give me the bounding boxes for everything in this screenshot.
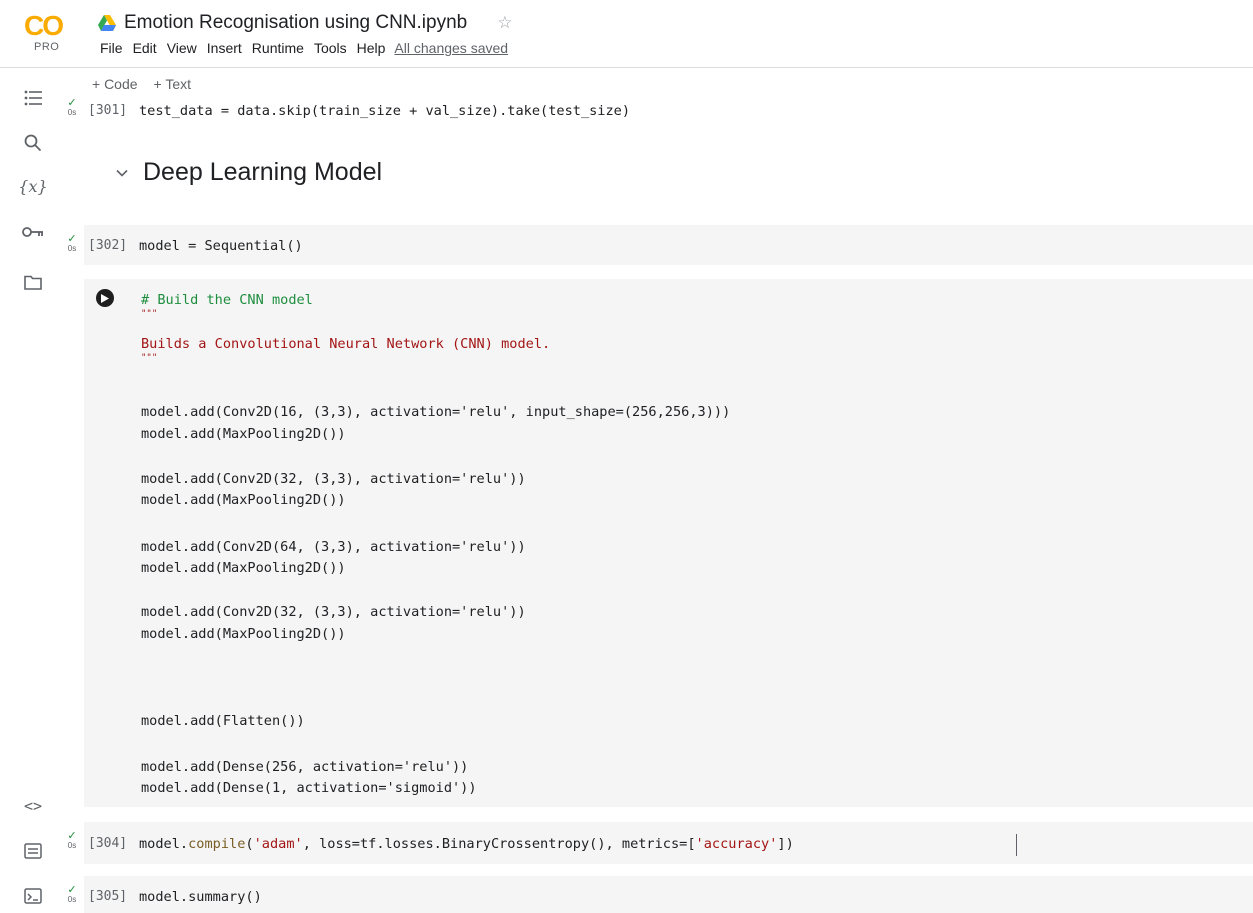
google-drive-icon bbox=[98, 15, 116, 31]
docstring-line: Builds a Convolutional Neural Network (C… bbox=[141, 336, 551, 352]
terminal-icon[interactable] bbox=[18, 881, 48, 911]
cell-305-time: 0s bbox=[67, 895, 77, 904]
run-cell-button[interactable] bbox=[96, 289, 114, 307]
check-icon: ✓ bbox=[67, 830, 77, 842]
top-header: CO PRO Emotion Recognisation using CNN.i… bbox=[0, 0, 1253, 68]
compile-part-b: compile bbox=[188, 836, 246, 852]
code-line-conv3: model.add(Conv2D(64, (3,3), activation='… bbox=[141, 539, 526, 555]
title-row: Emotion Recognisation using CNN.ipynb ☆ bbox=[98, 10, 512, 36]
play-icon bbox=[101, 293, 109, 303]
code-line-pool1: model.add(MaxPooling2D()) bbox=[141, 426, 346, 442]
menu-edit[interactable]: Edit bbox=[128, 40, 162, 56]
docstring-close: """ bbox=[141, 353, 158, 363]
cell-301-status: ✓ 0s bbox=[63, 97, 81, 118]
compile-part-c: ( bbox=[245, 836, 254, 852]
cell-302-exec-count: [302] bbox=[88, 238, 128, 253]
check-icon: ✓ bbox=[67, 884, 77, 896]
cell-305-code[interactable]: model.summary() bbox=[139, 889, 262, 905]
code-snippets-icon[interactable]: <> bbox=[18, 791, 48, 821]
menu-help[interactable]: Help bbox=[352, 40, 391, 56]
colab-logo[interactable]: CO PRO bbox=[22, 11, 74, 59]
code-line-pool4: model.add(MaxPooling2D()) bbox=[141, 626, 346, 642]
cell-305-status: ✓ 0s bbox=[63, 884, 81, 905]
code-line-flatten: model.add(Flatten()) bbox=[141, 713, 305, 729]
add-text-button[interactable]: + Text bbox=[154, 76, 192, 92]
left-sidebar-rail: {x} <> bbox=[0, 69, 70, 913]
code-snippets-icon-text: <> bbox=[23, 797, 43, 815]
code-line-conv4: model.add(Conv2D(32, (3,3), activation='… bbox=[141, 604, 526, 620]
cell-302-status: ✓ 0s bbox=[63, 233, 81, 254]
cell-301-time: 0s bbox=[67, 108, 77, 117]
add-code-button[interactable]: + Code bbox=[92, 76, 138, 92]
docstring-open: """ bbox=[141, 309, 158, 319]
menu-bar: File Edit View Insert Runtime Tools Help… bbox=[95, 40, 508, 56]
code-line-conv1: model.add(Conv2D(16, (3,3), activation='… bbox=[141, 404, 731, 420]
section-heading: Deep Learning Model bbox=[143, 158, 383, 186]
compile-part-g: ]) bbox=[777, 836, 794, 852]
files-folder-icon[interactable] bbox=[18, 267, 48, 297]
chevron-down-icon[interactable] bbox=[115, 166, 129, 180]
cell-304-code[interactable]: model.compile('adam', loss=tf.losses.Bin… bbox=[139, 836, 794, 852]
cell-304-time: 0s bbox=[67, 841, 77, 850]
save-status-link[interactable]: All changes saved bbox=[394, 40, 508, 56]
variables-icon-text: {x} bbox=[18, 176, 48, 196]
cell-302-time: 0s bbox=[67, 244, 77, 253]
secrets-key-icon[interactable] bbox=[18, 217, 48, 247]
cell-toolbar: + Code + Text bbox=[92, 76, 207, 92]
check-icon: ✓ bbox=[67, 233, 77, 245]
menu-runtime[interactable]: Runtime bbox=[247, 40, 309, 56]
compile-part-f: 'accuracy' bbox=[695, 836, 778, 852]
cell-302-code[interactable]: model = Sequential() bbox=[139, 238, 303, 254]
compile-part-e: , loss=tf.losses.BinaryCrossentropy(), m… bbox=[302, 836, 696, 852]
section-heading-row: Deep Learning Model bbox=[115, 158, 382, 187]
menu-file[interactable]: File bbox=[95, 40, 128, 56]
variables-icon[interactable]: {x} bbox=[18, 171, 48, 201]
text-cursor bbox=[1016, 834, 1017, 856]
cell-304-status: ✓ 0s bbox=[63, 830, 81, 851]
code-line-conv2: model.add(Conv2D(32, (3,3), activation='… bbox=[141, 471, 526, 487]
compile-part-d: 'adam' bbox=[253, 836, 303, 852]
code-line-dense2: model.add(Dense(1, activation='sigmoid')… bbox=[141, 780, 477, 796]
cell-301-exec-count: [301] bbox=[88, 103, 128, 118]
compile-part-a: model. bbox=[139, 836, 189, 852]
cell-305-exec-count: [305] bbox=[88, 889, 128, 904]
table-of-contents-icon[interactable] bbox=[18, 83, 48, 113]
code-line-pool3: model.add(MaxPooling2D()) bbox=[141, 560, 346, 576]
code-comment-line: # Build the CNN model bbox=[141, 292, 313, 308]
star-icon[interactable]: ☆ bbox=[497, 13, 512, 33]
command-palette-icon[interactable] bbox=[18, 836, 48, 866]
check-icon: ✓ bbox=[67, 97, 77, 109]
menu-view[interactable]: View bbox=[162, 40, 202, 56]
menu-tools[interactable]: Tools bbox=[309, 40, 352, 56]
menu-insert[interactable]: Insert bbox=[202, 40, 247, 56]
colab-logo-text: CO bbox=[24, 10, 64, 41]
code-line-dense1: model.add(Dense(256, activation='relu')) bbox=[141, 759, 469, 775]
notebook-title[interactable]: Emotion Recognisation using CNN.ipynb bbox=[124, 12, 467, 34]
cell-304-exec-count: [304] bbox=[88, 836, 128, 851]
code-line-pool2: model.add(MaxPooling2D()) bbox=[141, 492, 346, 508]
pro-badge: PRO bbox=[34, 41, 60, 53]
search-icon[interactable] bbox=[18, 128, 48, 158]
cell-301-code[interactable]: test_data = data.skip(train_size + val_s… bbox=[139, 103, 630, 119]
